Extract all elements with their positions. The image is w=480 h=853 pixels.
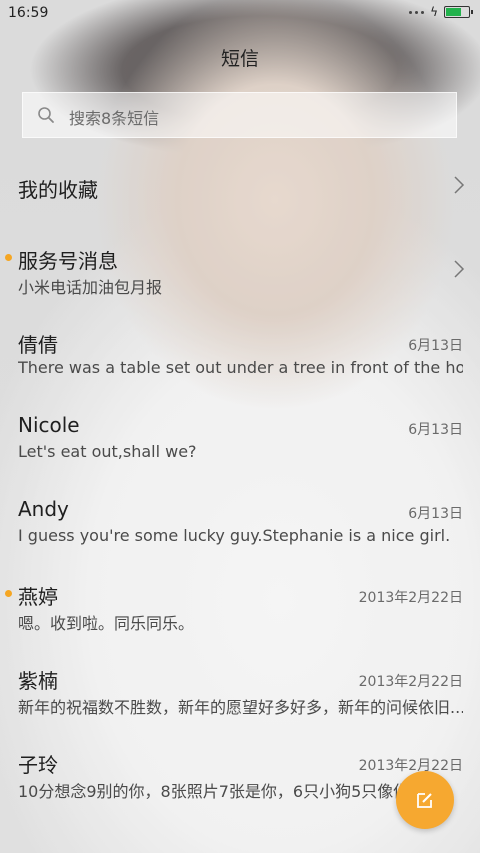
service-preview: 小米电话加油包月报 (18, 278, 163, 297)
conversation-row[interactable]: 燕婷 2013年2月22日 嗯。收到啦。同乐同乐。 (0, 565, 480, 649)
battery-icon (444, 6, 473, 18)
chevron-right-icon (454, 176, 465, 194)
search-input[interactable]: 搜索8条短信 (22, 92, 457, 138)
contact-name: Andy (18, 497, 69, 521)
status-time: 16:59 (8, 5, 49, 21)
contact-name: 倩倩 (18, 333, 58, 357)
page-title: 短信 (220, 48, 259, 70)
compose-button[interactable] (396, 771, 454, 829)
message-date: 2013年2月22日 (358, 674, 463, 690)
favorites-row[interactable]: 我的收藏 (0, 145, 480, 229)
compose-icon (417, 793, 432, 808)
unread-dot (5, 254, 12, 261)
messages-screen: 16:59 ϟ 短信 搜索8条短信 我的收藏 服务号消息 小米电话加油包月报 倩… (0, 0, 480, 853)
message-date: 6月13日 (408, 506, 463, 522)
conversation-row[interactable]: Nicole 6月13日 Let's eat out,shall we? (0, 397, 480, 481)
message-preview: There was a table set out under a tree i… (18, 358, 463, 377)
service-name: 服务号消息 (18, 249, 118, 273)
conversation-row[interactable]: 倩倩 6月13日 There was a table set out under… (0, 313, 480, 397)
contact-name: 紫楠 (18, 669, 58, 693)
conversation-row[interactable]: 紫楠 2013年2月22日 新年的祝福数不胜数，新年的愿望好多好多，新年的问候依… (0, 649, 480, 733)
signal-icon (409, 10, 425, 14)
contact-name: 燕婷 (18, 585, 58, 609)
favorites-label: 我的收藏 (18, 178, 98, 202)
conversation-row[interactable]: Andy 6月13日 I guess you're some lucky guy… (0, 481, 480, 565)
contact-name: 子玲 (18, 753, 58, 777)
message-date: 2013年2月22日 (358, 758, 463, 774)
search-placeholder: 搜索8条短信 (69, 109, 160, 128)
service-messages-row[interactable]: 服务号消息 小米电话加油包月报 (0, 229, 480, 313)
contact-name: Nicole (18, 413, 80, 437)
message-date: 6月13日 (408, 338, 463, 354)
status-icons: ϟ (409, 5, 473, 19)
message-preview: 嗯。收到啦。同乐同乐。 (18, 614, 195, 633)
status-bar: 16:59 ϟ (0, 0, 480, 28)
message-preview: Let's eat out,shall we? (18, 442, 197, 461)
unread-dot (5, 590, 12, 597)
message-preview: I guess you're some lucky guy.Stephanie … (18, 526, 451, 545)
search-icon (38, 107, 54, 123)
message-preview: 新年的祝福数不胜数，新年的愿望好多好多，新年的问候依旧... (18, 698, 463, 717)
message-date: 6月13日 (408, 422, 463, 438)
chevron-right-icon (454, 260, 465, 278)
charging-icon: ϟ (430, 5, 438, 19)
message-date: 2013年2月22日 (358, 590, 463, 606)
